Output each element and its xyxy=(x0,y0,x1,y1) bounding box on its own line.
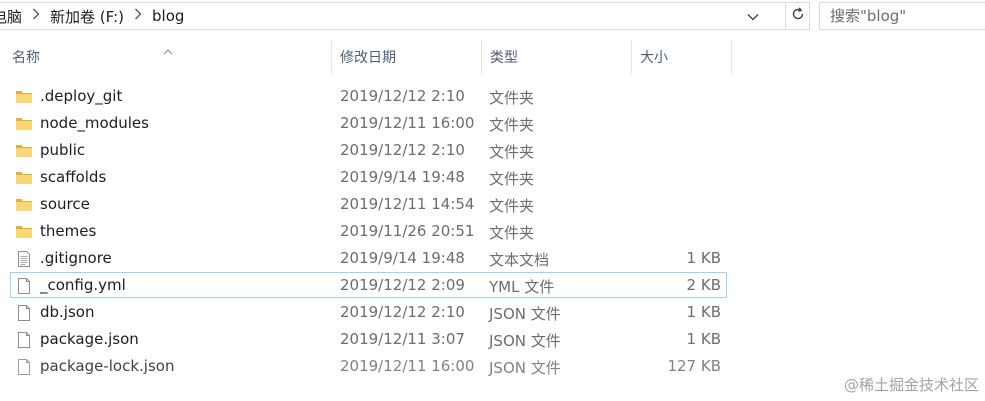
text-document-icon xyxy=(15,250,33,268)
file-icon xyxy=(15,304,33,322)
file-name: .deploy_git xyxy=(40,87,123,105)
file-type: 文件夹 xyxy=(489,143,535,161)
breadcrumb[interactable]: 电脑 新加卷 (F:) blog xyxy=(0,2,786,30)
file-row[interactable]: package-lock.json 2019/12/11 16:00 JSON 文件… xyxy=(10,353,727,379)
chevron-right-icon[interactable] xyxy=(128,8,148,24)
file-name: themes xyxy=(40,222,97,240)
file-icon xyxy=(15,277,33,295)
file-date: 2019/12/11 3:07 xyxy=(340,330,465,348)
file-date: 2019/12/11 14:54 xyxy=(340,195,475,213)
refresh-button[interactable] xyxy=(786,2,810,30)
file-date: 2019/12/12 2:10 xyxy=(340,87,465,105)
file-icon xyxy=(15,358,33,376)
file-name: .gitignore xyxy=(40,249,112,267)
file-row[interactable]: node_modules 2019/12/11 16:00 文件夹 xyxy=(10,110,727,136)
column-header: 名称 修改日期 类型 大小 xyxy=(0,40,985,74)
file-icon xyxy=(15,331,33,349)
refresh-icon xyxy=(790,6,806,26)
file-size: 1 KB xyxy=(686,303,721,321)
sort-ascending-icon xyxy=(163,40,173,55)
address-bar: 电脑 新加卷 (F:) blog 搜索"blog" xyxy=(0,0,985,35)
breadcrumb-item-blog[interactable]: blog xyxy=(148,7,188,25)
file-name: package-lock.json xyxy=(40,357,175,375)
file-type: YML 文件 xyxy=(489,278,555,296)
column-header-date[interactable]: 修改日期 xyxy=(332,40,482,74)
file-date: 2019/12/12 2:09 xyxy=(340,276,465,294)
folder-icon xyxy=(15,142,33,160)
column-header-size[interactable]: 大小 xyxy=(632,40,732,74)
file-date: 2019/12/11 16:00 xyxy=(340,114,475,132)
search-input[interactable]: 搜索"blog" xyxy=(819,2,985,30)
file-date: 2019/9/14 19:48 xyxy=(340,168,465,186)
file-size: 127 KB xyxy=(667,357,721,375)
file-type: JSON 文件 xyxy=(489,359,561,377)
file-type: 文件夹 xyxy=(489,89,535,107)
breadcrumb-item-drive[interactable]: 新加卷 (F:) xyxy=(46,6,128,27)
file-type: 文件夹 xyxy=(489,116,535,134)
file-type: JSON 文件 xyxy=(489,332,561,350)
file-date: 2019/11/26 20:51 xyxy=(340,222,475,240)
file-date: 2019/12/12 2:10 xyxy=(340,303,465,321)
file-date: 2019/12/11 16:00 xyxy=(340,357,475,375)
file-date: 2019/12/12 2:10 xyxy=(340,141,465,159)
folder-icon xyxy=(15,223,33,241)
file-type: 文本文档 xyxy=(489,251,550,269)
file-row[interactable]: scaffolds 2019/9/14 19:48 文件夹 xyxy=(10,164,727,190)
file-date: 2019/9/14 19:48 xyxy=(340,249,465,267)
file-row[interactable]: .gitignore 2019/9/14 19:48 文本文档 1 KB xyxy=(10,245,727,271)
file-type: 文件夹 xyxy=(489,197,535,215)
file-name: scaffolds xyxy=(40,168,107,186)
file-row[interactable]: _config.yml 2019/12/12 2:09 YML 文件 2 KB xyxy=(10,272,727,298)
file-row[interactable]: public 2019/12/12 2:10 文件夹 xyxy=(10,137,727,163)
chevron-down-icon[interactable] xyxy=(745,9,761,25)
file-size: 1 KB xyxy=(686,330,721,348)
folder-icon xyxy=(15,196,33,214)
file-type: JSON 文件 xyxy=(489,305,561,323)
column-header-type[interactable]: 类型 xyxy=(482,40,632,74)
file-name: public xyxy=(40,141,86,159)
file-type: 文件夹 xyxy=(489,224,535,242)
file-size: 2 KB xyxy=(686,276,721,294)
file-name: db.json xyxy=(40,303,95,321)
folder-icon xyxy=(15,115,33,133)
file-name: package.json xyxy=(40,330,139,348)
file-row[interactable]: source 2019/12/11 14:54 文件夹 xyxy=(10,191,727,217)
file-name: _config.yml xyxy=(40,276,126,294)
breadcrumb-item-computer[interactable]: 电脑 xyxy=(0,6,26,27)
file-name: source xyxy=(40,195,90,213)
file-row[interactable]: .deploy_git 2019/12/12 2:10 文件夹 xyxy=(10,83,727,109)
folder-icon xyxy=(15,169,33,187)
file-row[interactable]: package.json 2019/12/11 3:07 JSON 文件 1 KB xyxy=(10,326,727,352)
file-row[interactable]: themes 2019/11/26 20:51 文件夹 xyxy=(10,218,727,244)
chevron-right-icon[interactable] xyxy=(26,8,46,24)
folder-icon xyxy=(15,88,33,106)
file-row[interactable]: db.json 2019/12/12 2:10 JSON 文件 1 KB xyxy=(10,299,727,325)
file-size: 1 KB xyxy=(686,249,721,267)
watermark: @稀土掘金技术社区 xyxy=(843,376,979,394)
file-name: node_modules xyxy=(40,114,149,132)
file-type: 文件夹 xyxy=(489,170,535,188)
